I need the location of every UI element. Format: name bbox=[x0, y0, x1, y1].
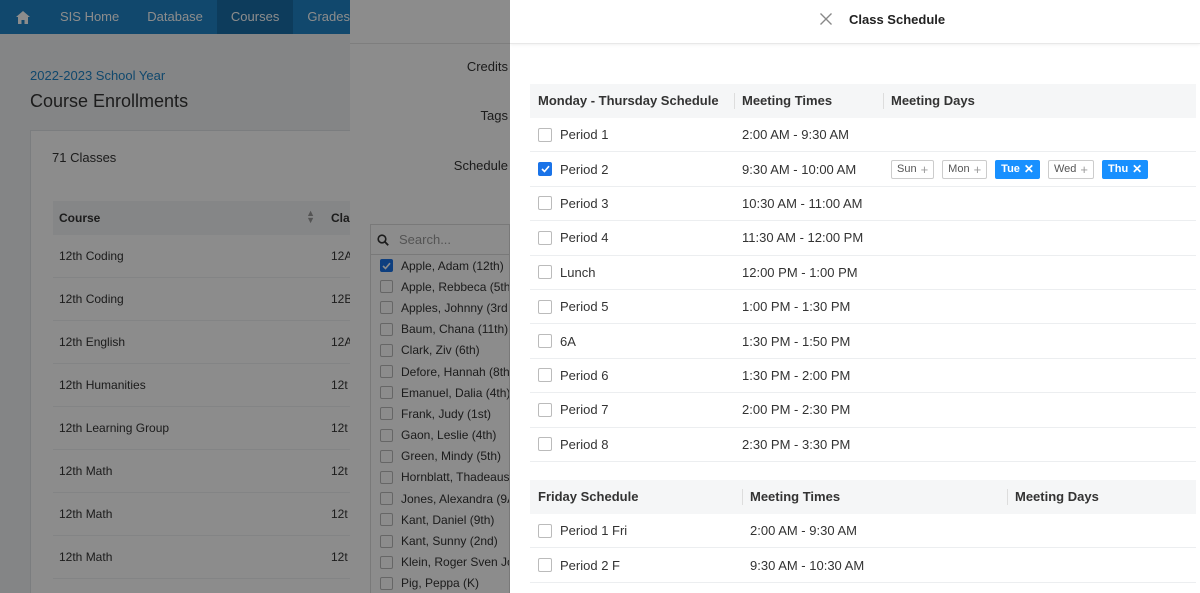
checkbox[interactable] bbox=[538, 265, 552, 280]
period-name: Period 8 bbox=[560, 436, 609, 452]
close-icon[interactable] bbox=[818, 11, 834, 27]
meeting-time: 1:30 PM - 2:00 PM bbox=[742, 367, 851, 383]
mon-thu-schedule-header: Monday - Thursday Schedule Meeting Times… bbox=[530, 84, 1196, 118]
day-tag-sun[interactable]: Sun + bbox=[891, 159, 935, 179]
schedule-row: Period 1 Fri 2:00 AM - 9:30 AM bbox=[530, 514, 1196, 549]
meeting-time: 2:00 AM - 9:30 AM bbox=[750, 523, 857, 539]
day-tag-thu[interactable]: Thu ✕ bbox=[1102, 159, 1149, 179]
drawer-header: Class Schedule bbox=[510, 0, 1200, 44]
mon-thu-schedule-rows: Period 1 2:00 AM - 9:30 AM Period 2 9:30 AM… bbox=[530, 118, 1196, 462]
column-header-meeting-times: Meeting Times bbox=[742, 480, 1007, 514]
add-icon[interactable]: + bbox=[1080, 163, 1088, 176]
column-header-schedule: Monday - Thursday Schedule bbox=[538, 93, 719, 108]
period-name: Period 6 bbox=[560, 367, 609, 383]
period-cell: Period 2 bbox=[530, 162, 734, 177]
schedule-row: Period 4 11:30 AM - 12:00 PM bbox=[530, 221, 1196, 256]
meeting-time: 9:30 AM - 10:30 AM bbox=[750, 557, 865, 573]
checkbox[interactable] bbox=[538, 437, 552, 452]
period-cell: Period 1 bbox=[530, 127, 734, 142]
period-cell: Period 1 Fri bbox=[530, 523, 742, 538]
checkbox[interactable] bbox=[538, 558, 552, 573]
schedule-row: Period 8 2:30 PM - 3:30 PM bbox=[530, 428, 1196, 462]
period-cell: Period 7 bbox=[530, 402, 734, 417]
schedule-row: Period 2 F 9:30 AM - 10:30 AM bbox=[530, 548, 1196, 583]
period-name: Lunch bbox=[560, 264, 596, 280]
checkbox[interactable] bbox=[538, 368, 552, 383]
day-tag-mon[interactable]: Mon + bbox=[942, 159, 988, 179]
checkbox[interactable] bbox=[538, 127, 552, 142]
schedule-row: Period 5 1:00 PM - 1:30 PM bbox=[530, 290, 1196, 325]
checkbox[interactable] bbox=[538, 162, 552, 177]
day-tag-label: Sun bbox=[897, 163, 917, 176]
period-cell: Period 2 F bbox=[530, 558, 742, 573]
meeting-time: 2:30 PM - 3:30 PM bbox=[742, 436, 851, 452]
period-name: 6A bbox=[560, 333, 576, 349]
period-cell: Period 6 bbox=[530, 368, 734, 383]
day-tag-label: Mon bbox=[948, 163, 970, 176]
checkbox[interactable] bbox=[538, 523, 552, 538]
checkbox[interactable] bbox=[538, 196, 552, 211]
day-tag-wed[interactable]: Wed + bbox=[1047, 159, 1094, 179]
drawer-title: Class Schedule bbox=[849, 12, 946, 27]
schedule-row: Period 2 9:30 AM - 10:00 AM Sun + Mon + Tue ✕ We… bbox=[530, 152, 1196, 187]
period-cell: Period 4 bbox=[530, 230, 734, 245]
period-cell: 6A bbox=[530, 334, 734, 349]
column-header-meeting-days: Meeting Days bbox=[1007, 480, 1196, 514]
checkbox[interactable] bbox=[538, 230, 552, 245]
period-name: Period 1 bbox=[560, 127, 609, 143]
period-name: Period 4 bbox=[560, 230, 609, 246]
meeting-days-cell: Sun + Mon + Tue ✕ Wed + Thu ✕ bbox=[883, 159, 1196, 179]
remove-icon[interactable]: ✕ bbox=[1024, 163, 1034, 175]
friday-schedule-table: Friday Schedule Meeting Times Meeting Da… bbox=[530, 480, 1196, 583]
meeting-time: 10:30 AM - 11:00 AM bbox=[742, 195, 863, 211]
meeting-time: 2:00 AM - 9:30 AM bbox=[742, 127, 849, 143]
day-tag-tue[interactable]: Tue ✕ bbox=[995, 159, 1040, 179]
meeting-time: 2:00 PM - 2:30 PM bbox=[742, 402, 851, 418]
period-name: Period 2 F bbox=[560, 557, 620, 573]
friday-schedule-header: Friday Schedule Meeting Times Meeting Da… bbox=[530, 480, 1196, 514]
friday-schedule-rows: Period 1 Fri 2:00 AM - 9:30 AM Period 2 F 9… bbox=[530, 514, 1196, 583]
modal-overlay[interactable] bbox=[0, 0, 510, 593]
column-header-meeting-times: Meeting Times bbox=[734, 84, 883, 118]
period-name: Period 1 Fri bbox=[560, 523, 628, 539]
add-icon[interactable]: + bbox=[921, 163, 929, 176]
schedule-row: Period 6 1:30 PM - 2:00 PM bbox=[530, 359, 1196, 394]
remove-icon[interactable]: ✕ bbox=[1132, 163, 1142, 175]
period-name: Period 3 bbox=[560, 195, 609, 211]
day-tag-label: Wed bbox=[1053, 163, 1077, 176]
meeting-time: 12:00 PM - 1:00 PM bbox=[742, 264, 858, 280]
checkbox[interactable] bbox=[538, 402, 552, 417]
mon-thu-schedule-table: Monday - Thursday Schedule Meeting Times… bbox=[530, 84, 1196, 462]
meeting-time: 1:30 PM - 1:50 PM bbox=[742, 333, 851, 349]
checkbox[interactable] bbox=[538, 334, 552, 349]
column-header-meeting-days: Meeting Days bbox=[883, 84, 1196, 118]
period-cell: Period 8 bbox=[530, 437, 734, 452]
schedule-row: Period 1 2:00 AM - 9:30 AM bbox=[530, 118, 1196, 153]
class-schedule-drawer: Class Schedule Monday - Thursday Schedul… bbox=[510, 0, 1200, 593]
period-cell: Period 3 bbox=[530, 196, 734, 211]
meeting-time: 1:00 PM - 1:30 PM bbox=[742, 299, 851, 315]
day-tag-label: Thu bbox=[1108, 163, 1129, 176]
period-name: Period 5 bbox=[560, 299, 609, 315]
period-name: Period 7 bbox=[560, 402, 609, 418]
meeting-time: 11:30 AM - 12:00 PM bbox=[742, 230, 864, 246]
day-tag-label: Tue bbox=[1001, 163, 1020, 176]
period-name: Period 2 bbox=[560, 161, 609, 177]
schedule-row: Period 3 10:30 AM - 11:00 AM bbox=[530, 187, 1196, 222]
checkbox[interactable] bbox=[538, 299, 552, 314]
meeting-time: 9:30 AM - 10:00 AM bbox=[742, 161, 857, 177]
period-cell: Period 5 bbox=[530, 299, 734, 314]
schedule-row: Period 7 2:00 PM - 2:30 PM bbox=[530, 393, 1196, 428]
schedule-row: 6A 1:30 PM - 1:50 PM bbox=[530, 324, 1196, 359]
period-cell: Lunch bbox=[530, 265, 734, 280]
schedule-row: Lunch 12:00 PM - 1:00 PM bbox=[530, 256, 1196, 290]
column-header-schedule: Friday Schedule bbox=[538, 489, 639, 504]
add-icon[interactable]: + bbox=[974, 163, 982, 176]
